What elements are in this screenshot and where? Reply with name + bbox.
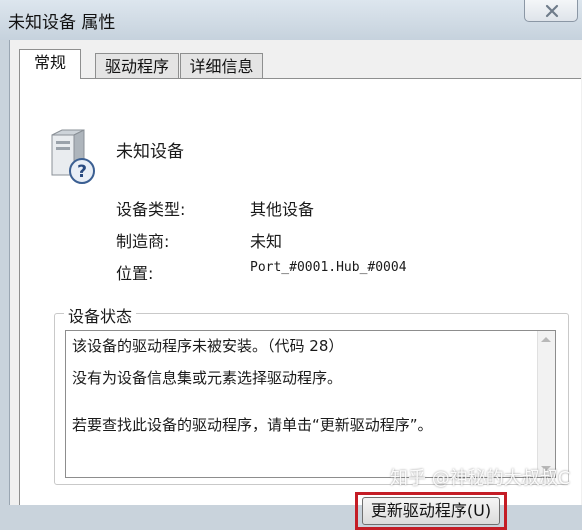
prop-value-manufacturer: 未知 xyxy=(250,232,283,251)
prop-label-manufacturer: 制造商: xyxy=(116,232,170,251)
prop-value-location: Port_#0001.Hub_#0004 xyxy=(250,260,407,275)
status-line-1: 该设备的驱动程序未被安装。（代码 28） xyxy=(72,337,344,355)
device-status-label: 设备状态 xyxy=(64,303,137,327)
tab-general[interactable]: 常规 xyxy=(19,49,81,79)
status-line-3: 若要查找此设备的驱动程序，请单击“更新驱动程序”。 xyxy=(72,416,433,434)
prop-value-type: 其他设备 xyxy=(250,200,315,219)
watermark: 知乎 @神秘的大叔叔C xyxy=(390,468,571,489)
device-status-text[interactable]: 该设备的驱动程序未被安装。（代码 28） 没有为设备信息集或元素选择驱动程序。 … xyxy=(65,330,556,478)
status-scrollbar[interactable] xyxy=(537,331,555,477)
close-icon xyxy=(545,4,559,18)
properties-dialog: 常规 驱动程序 详细信息 ? 未知设备 设备类型: 其他设备 制造商: 未知 位… xyxy=(9,40,582,530)
tab-details[interactable]: 详细信息 xyxy=(180,53,263,79)
tab-driver[interactable]: 驱动程序 xyxy=(95,53,179,79)
unknown-device-icon: ? xyxy=(51,129,95,184)
update-driver-button[interactable]: 更新驱动程序(U) xyxy=(362,497,500,525)
svg-text:?: ? xyxy=(77,162,87,182)
status-line-2: 没有为设备信息集或元素选择驱动程序。 xyxy=(72,369,343,387)
window-title: 未知设备 属性 xyxy=(8,13,116,33)
scroll-up-arrow-icon[interactable] xyxy=(541,337,551,342)
close-button[interactable] xyxy=(524,0,578,22)
prop-label-location: 位置: xyxy=(116,264,154,283)
title-bar[interactable]: 未知设备 属性 xyxy=(0,0,582,40)
prop-label-type: 设备类型: xyxy=(116,200,186,219)
device-name: 未知设备 xyxy=(116,142,184,162)
general-panel: ? 未知设备 设备类型: 其他设备 制造商: 未知 位置: Port_#0001… xyxy=(19,78,581,530)
